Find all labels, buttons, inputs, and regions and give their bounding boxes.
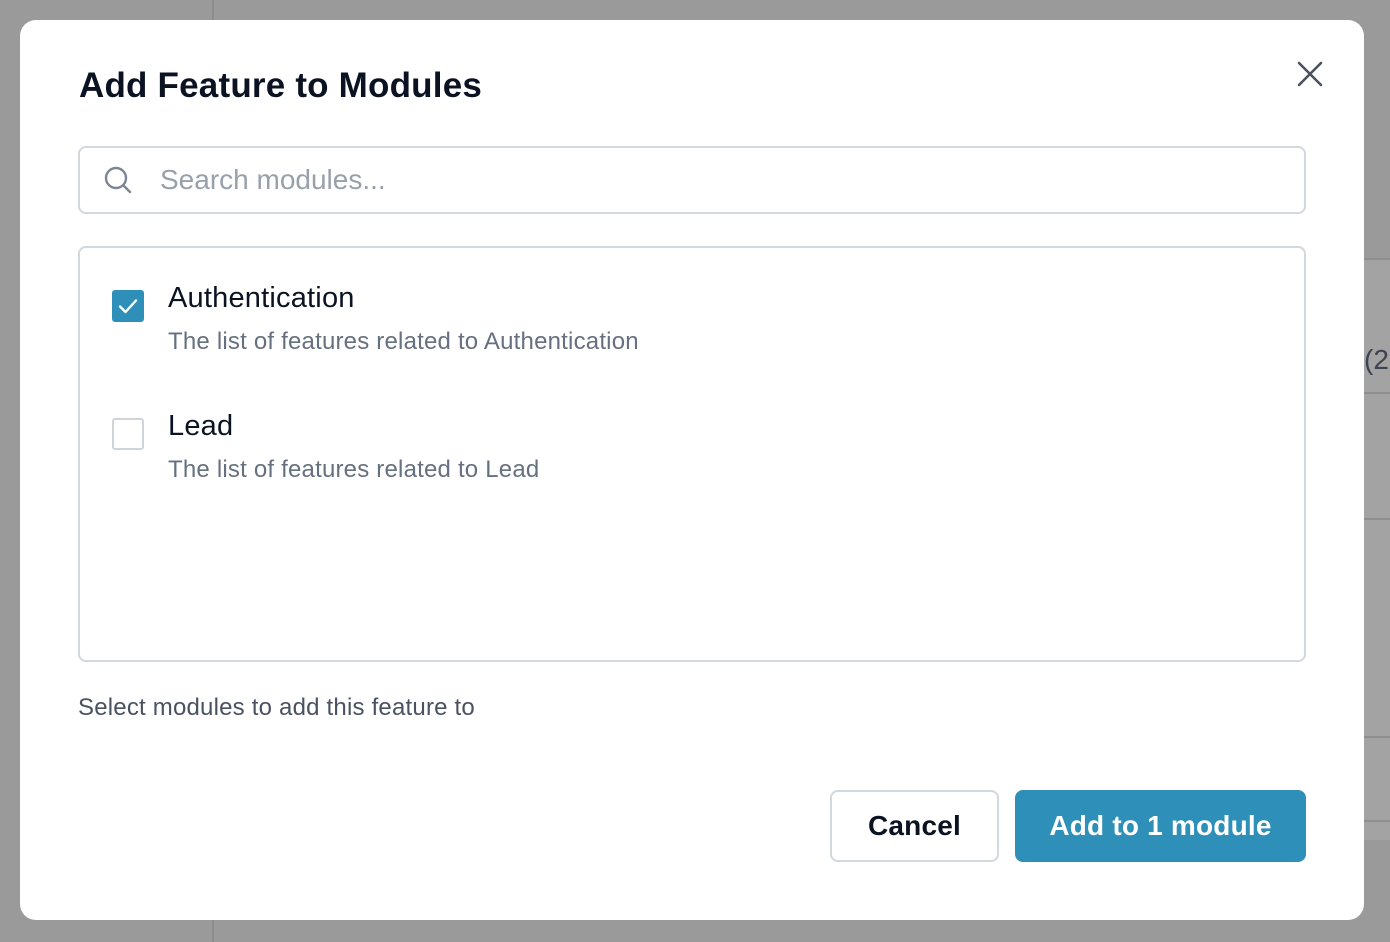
checkmark-icon [118,299,138,314]
module-name: Authentication [168,282,355,314]
background-row-divider [1362,820,1390,822]
module-list: Authentication The list of features rela… [78,246,1306,662]
module-checkbox-checked[interactable] [112,290,144,322]
list-item-lead[interactable]: Lead The list of features related to Lea… [80,410,1304,520]
module-description: The list of features related to Lead [168,456,540,483]
search-icon [104,166,132,194]
add-to-modules-button[interactable]: Add to 1 module [1015,790,1306,862]
close-button[interactable] [1290,54,1330,94]
search-box [78,146,1306,214]
add-feature-modal: Add Feature to Modules Authentication Th… [20,20,1364,920]
module-checkbox-unchecked[interactable] [112,418,144,450]
helper-text: Select modules to add this feature to [78,694,475,721]
background-row-divider [1362,392,1390,394]
modal-title: Add Feature to Modules [79,66,483,105]
list-item-authentication[interactable]: Authentication The list of features rela… [80,282,1304,392]
module-description: The list of features related to Authenti… [168,328,639,355]
search-input[interactable] [160,158,1280,202]
cancel-button[interactable]: Cancel [830,790,999,862]
module-name: Lead [168,410,234,442]
close-icon [1297,61,1323,87]
background-partial-text: (2 [1364,344,1389,375]
background-row-divider [1362,736,1390,738]
background-row-divider [1362,518,1390,520]
